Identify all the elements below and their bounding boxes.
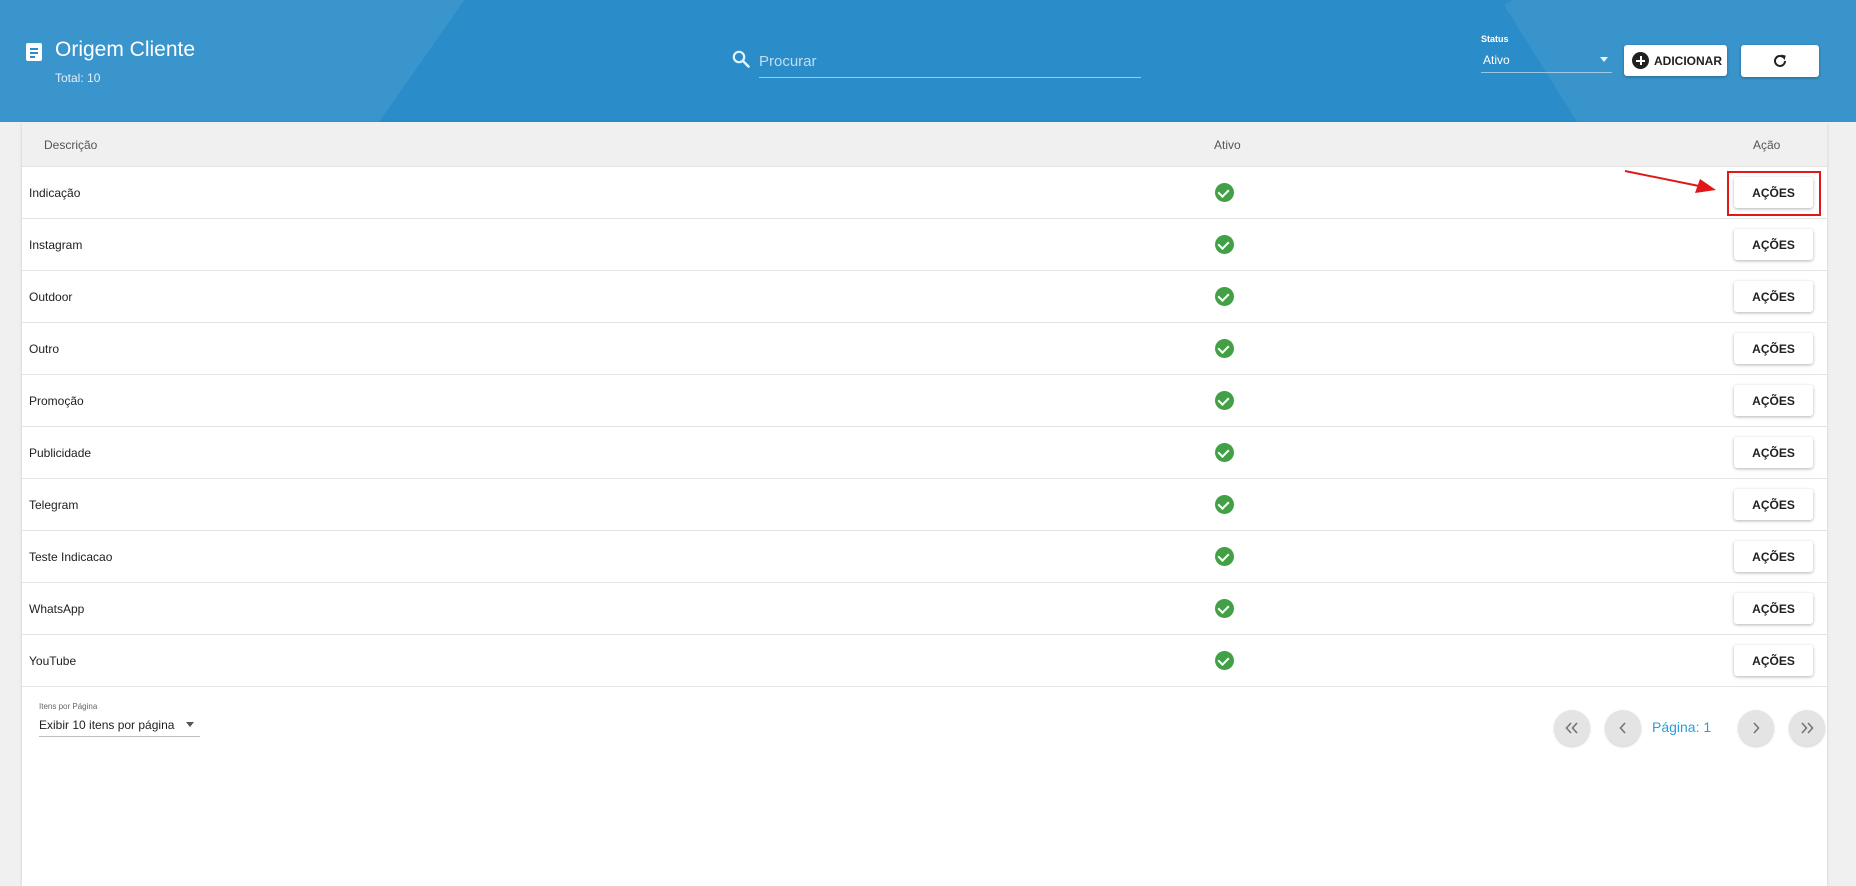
table-card: Descrição Ativo Ação Indicação AÇÕES Ins… <box>22 122 1827 886</box>
column-header-descricao: Descrição <box>44 138 98 152</box>
column-header-acao: Ação <box>1753 138 1781 152</box>
check-circle-icon <box>1215 651 1234 670</box>
page-header: Origem Cliente Total: 10 Status Ativo AD… <box>0 0 1856 122</box>
row-actions-button[interactable]: AÇÕES <box>1734 645 1813 676</box>
row-description: WhatsApp <box>29 602 85 616</box>
table-row: Publicidade AÇÕES <box>22 427 1827 479</box>
search-icon <box>732 50 750 68</box>
items-per-page-label: Itens por Página <box>39 702 98 711</box>
table-row: Promoção AÇÕES <box>22 375 1827 427</box>
check-circle-icon <box>1215 443 1234 462</box>
annotation-arrow <box>1624 170 1716 193</box>
refresh-button[interactable] <box>1741 45 1819 77</box>
row-actions-button[interactable]: AÇÕES <box>1734 333 1813 364</box>
chevron-left-icon <box>1619 722 1626 734</box>
row-description: YouTube <box>29 654 77 668</box>
row-description: Telegram <box>29 498 79 512</box>
refresh-icon <box>1774 54 1786 67</box>
first-page-button[interactable] <box>1554 710 1590 746</box>
status-label: Status <box>1481 34 1509 44</box>
annotation-highlight-box <box>1727 171 1821 216</box>
row-actions-button[interactable]: AÇÕES <box>1734 281 1813 312</box>
next-page-button[interactable] <box>1738 710 1774 746</box>
row-description: Outro <box>29 342 60 356</box>
column-header-ativo: Ativo <box>1214 138 1241 152</box>
check-circle-icon <box>1215 183 1234 202</box>
table-header: Descrição Ativo Ação <box>22 122 1827 167</box>
check-circle-icon <box>1215 339 1234 358</box>
row-actions-button[interactable]: AÇÕES <box>1734 541 1813 572</box>
caret-down-icon <box>186 722 194 727</box>
check-circle-icon <box>1215 599 1234 618</box>
double-chevron-left-icon <box>1565 722 1578 734</box>
add-button-label: ADICIONAR <box>1654 53 1722 68</box>
check-circle-icon <box>1215 287 1234 306</box>
table-row: Teste Indicacao AÇÕES <box>22 531 1827 583</box>
row-actions-button[interactable]: AÇÕES <box>1734 385 1813 416</box>
row-description: Outdoor <box>29 290 73 304</box>
table-row: YouTube AÇÕES <box>22 635 1827 687</box>
check-circle-icon <box>1215 391 1234 410</box>
row-actions-button[interactable]: AÇÕES <box>1734 229 1813 260</box>
row-actions-button[interactable]: AÇÕES <box>1734 593 1813 624</box>
items-per-page-value: Exibir 10 itens por página <box>39 718 175 732</box>
table-row: Outdoor AÇÕES <box>22 271 1827 323</box>
table-row: WhatsApp AÇÕES <box>22 583 1827 635</box>
add-button[interactable]: ADICIONAR <box>1624 45 1727 76</box>
total-count: Total: 10 <box>55 71 101 85</box>
page-title: Origem Cliente <box>55 38 196 61</box>
row-description: Indicação <box>29 186 81 200</box>
table-row: Instagram AÇÕES <box>22 219 1827 271</box>
double-chevron-right-icon <box>1801 722 1814 734</box>
row-actions-button[interactable]: AÇÕES <box>1734 489 1813 520</box>
check-circle-icon <box>1215 495 1234 514</box>
page-indicator: Página: 1 <box>1652 719 1712 735</box>
status-select-value: Ativo <box>1483 53 1510 67</box>
row-description: Publicidade <box>29 446 92 460</box>
table-row: Outro AÇÕES <box>22 323 1827 375</box>
table-row: Indicação AÇÕES <box>22 167 1827 219</box>
check-circle-icon <box>1215 235 1234 254</box>
items-per-page-select[interactable]: Exibir 10 itens por página <box>39 715 200 737</box>
caret-down-icon <box>1600 57 1608 62</box>
status-select[interactable]: Ativo <box>1481 51 1612 73</box>
row-actions-button[interactable]: AÇÕES <box>1734 437 1813 468</box>
row-description: Instagram <box>29 238 83 252</box>
last-page-button[interactable] <box>1789 710 1825 746</box>
previous-page-button[interactable] <box>1605 710 1641 746</box>
row-description: Promoção <box>29 394 84 408</box>
check-circle-icon <box>1215 547 1234 566</box>
document-icon <box>26 43 42 61</box>
row-description: Teste Indicacao <box>29 550 113 564</box>
add-circle-icon <box>1632 52 1649 69</box>
chevron-right-icon <box>1753 722 1760 734</box>
search-input[interactable] <box>759 46 1141 78</box>
table-row: Telegram AÇÕES <box>22 479 1827 531</box>
